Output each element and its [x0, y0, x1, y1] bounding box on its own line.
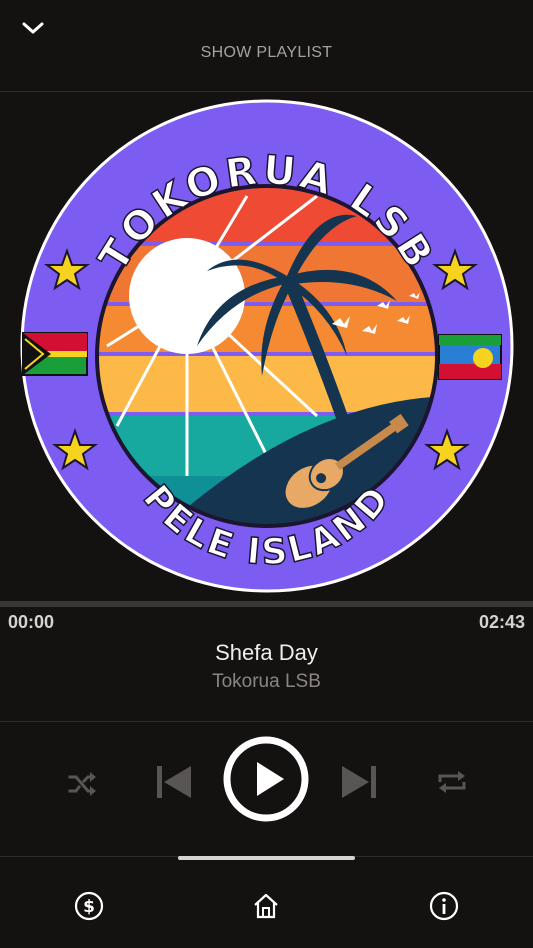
info-icon	[429, 891, 459, 921]
dollar-icon: $	[74, 891, 104, 921]
album-artwork-image: TOKORUA LSB PELE ISLAND	[20, 99, 513, 593]
bottom-tab-bar: $	[0, 858, 533, 948]
skip-next-icon	[342, 766, 376, 798]
album-artwork: TOKORUA LSB PELE ISLAND	[0, 92, 533, 600]
collapse-player-button[interactable]	[18, 14, 48, 42]
track-artist: Tokorua LSB	[212, 671, 321, 692]
playback-controls	[0, 722, 533, 857]
svg-text:$: $	[83, 897, 95, 917]
play-icon	[223, 736, 309, 822]
seek-bar[interactable]	[0, 601, 533, 607]
penama-flag-icon	[437, 334, 502, 380]
tab-donate[interactable]: $	[71, 888, 107, 924]
vanuatu-flag-icon	[21, 332, 88, 376]
chevron-down-icon	[22, 22, 44, 34]
home-icon	[254, 893, 278, 919]
tab-home[interactable]	[248, 888, 284, 924]
shuffle-icon	[68, 772, 96, 796]
show-playlist-button[interactable]: SHOW PLAYLIST	[0, 44, 533, 62]
top-bar: SHOW PLAYLIST	[0, 0, 533, 92]
tab-info[interactable]	[426, 888, 462, 924]
next-track-button[interactable]	[337, 760, 381, 804]
track-duration: 02:43	[478, 612, 525, 632]
skip-previous-icon	[157, 766, 191, 798]
repeat-icon	[438, 771, 466, 793]
play-button[interactable]	[222, 735, 310, 823]
track-title: Shefa Day	[215, 640, 318, 665]
repeat-button[interactable]	[432, 762, 472, 802]
elapsed-time: 00:00	[8, 612, 55, 632]
shuffle-button[interactable]	[62, 764, 102, 804]
previous-track-button[interactable]	[152, 760, 196, 804]
